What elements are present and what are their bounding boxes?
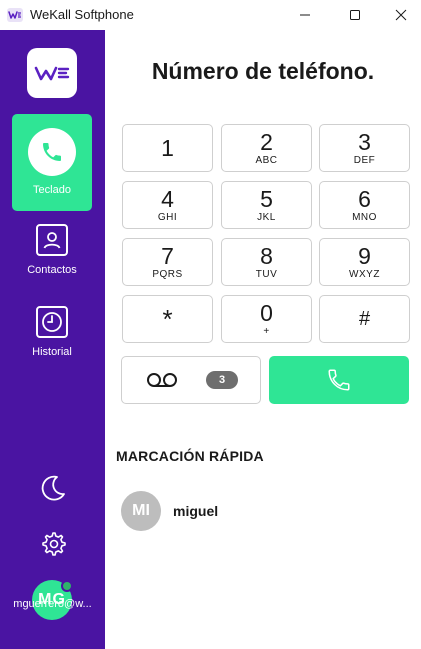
key-letters: DEF	[353, 155, 376, 166]
key-digit: 1	[161, 134, 174, 161]
key-letters: PQRS	[152, 269, 183, 280]
key-digit: 4	[161, 186, 174, 212]
maximize-button[interactable]	[332, 0, 378, 30]
key-hash[interactable]: #	[319, 295, 410, 343]
minimize-button[interactable]	[282, 0, 328, 30]
close-icon	[395, 9, 407, 21]
key-1[interactable]: 1	[122, 124, 213, 172]
contact-avatar: MI	[121, 491, 161, 531]
key-digit: 9	[358, 243, 371, 269]
key-2[interactable]: 2 ABC	[221, 124, 312, 172]
wekall-logo-icon	[34, 66, 70, 81]
key-letters: JKL	[257, 212, 276, 223]
key-digit: *	[162, 304, 173, 334]
key-digit: #	[358, 308, 371, 330]
key-letters: +	[263, 326, 270, 337]
maximize-icon	[350, 10, 360, 20]
key-9[interactable]: 9 WXYZ	[319, 238, 410, 286]
phone-icon	[43, 143, 61, 161]
app-logo-icon	[7, 8, 23, 22]
key-digit: 7	[161, 243, 174, 269]
voicemail-icon	[147, 373, 177, 387]
key-4[interactable]: 4 GHI	[122, 181, 213, 229]
key-7[interactable]: 7 PQRS	[122, 238, 213, 286]
key-0[interactable]: 0 +	[221, 295, 312, 343]
moon-icon[interactable]	[37, 472, 69, 504]
phone-icon	[328, 369, 350, 391]
key-6[interactable]: 6 MNO	[319, 181, 410, 229]
window-title: WeKall Softphone	[30, 7, 134, 22]
clock-icon	[36, 306, 68, 338]
minimize-icon	[300, 14, 310, 16]
sidebar-item-contacts[interactable]: Contactos	[12, 220, 92, 282]
key-8[interactable]: 8 TUV	[221, 238, 312, 286]
sidebar-item-label: Contactos	[27, 264, 77, 276]
sidebar-item-label: Historial	[32, 346, 72, 358]
key-5[interactable]: 5 JKL	[221, 181, 312, 229]
contact-card-icon	[36, 224, 68, 256]
call-button[interactable]	[269, 356, 409, 404]
keypad-icon-circle	[28, 128, 76, 176]
key-digit: 3	[358, 129, 371, 155]
title-bar: WeKall Softphone	[0, 0, 421, 30]
voicemail-button[interactable]: 3	[121, 356, 261, 404]
sidebar-item-label: Teclado	[33, 184, 71, 196]
gear-icon[interactable]	[39, 530, 67, 558]
presence-indicator	[61, 580, 73, 592]
user-email: mguerrero@w...	[13, 598, 92, 610]
key-letters: WXYZ	[349, 269, 380, 280]
key-digit: 2	[260, 129, 273, 155]
key-digit: 5	[260, 186, 273, 212]
sidebar-item-keypad[interactable]: Teclado	[12, 114, 92, 211]
key-digit: 8	[260, 243, 273, 269]
speed-dial-contact[interactable]: MI miguel	[121, 490, 401, 532]
speed-dial-title: MARCACIÓN RÁPIDA	[116, 448, 264, 464]
key-digit: 0	[260, 300, 273, 326]
key-letters: ABC	[255, 155, 278, 166]
sidebar-item-history[interactable]: Historial	[12, 302, 92, 364]
contact-name: miguel	[173, 503, 219, 519]
key-letters: TUV	[255, 269, 278, 280]
key-digit: 6	[358, 186, 371, 212]
key-letters: MNO	[352, 212, 377, 223]
key-3[interactable]: 3 DEF	[319, 124, 410, 172]
sidebar: Teclado Contactos Historial MG	[0, 30, 105, 649]
key-star[interactable]: *	[122, 295, 213, 343]
key-letters: GHI	[157, 212, 178, 223]
close-button[interactable]	[378, 0, 421, 30]
phone-number-input[interactable]: Número de teléfono.	[105, 58, 421, 85]
voicemail-count-badge: 3	[206, 371, 238, 389]
app-logo	[27, 48, 77, 98]
